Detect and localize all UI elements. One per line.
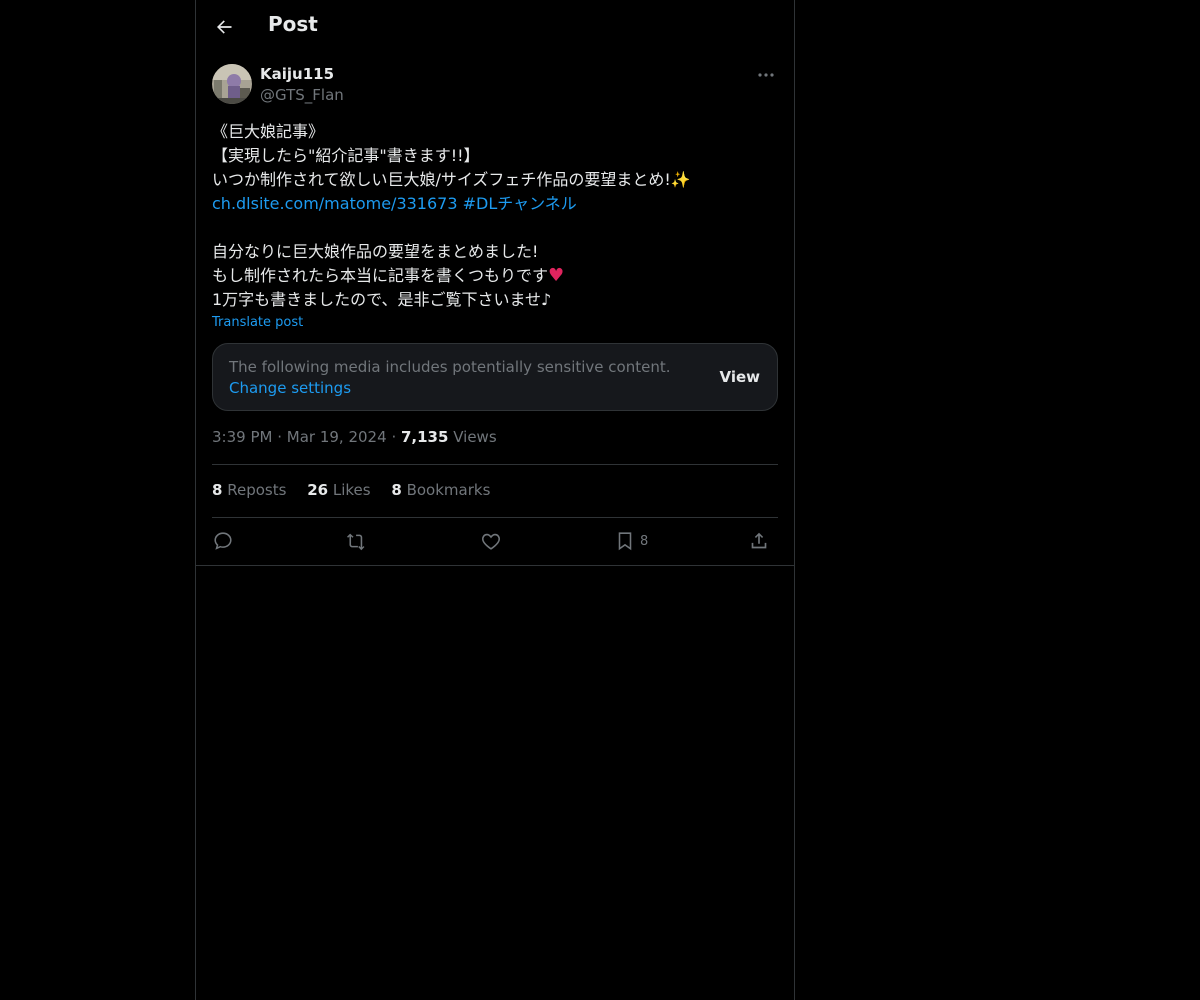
bookmarks-stat[interactable]: 8 Bookmarks xyxy=(391,481,490,499)
bookmark-icon xyxy=(618,532,632,551)
bookmarks-count: 8 xyxy=(391,481,402,499)
repost-button[interactable] xyxy=(346,528,368,554)
post-actions: 8 xyxy=(212,528,778,554)
reposts-label: Reposts xyxy=(227,481,287,499)
likes-stat[interactable]: 26 Likes xyxy=(307,481,370,499)
sensitive-warning-text: The following media includes potentially… xyxy=(229,357,699,399)
post-date[interactable]: Mar 19, 2024 xyxy=(287,428,387,446)
more-options-button[interactable] xyxy=(754,65,778,85)
author-handle[interactable]: @GTS_Flan xyxy=(260,86,344,104)
post-time[interactable]: 3:39 PM xyxy=(212,428,272,446)
like-button[interactable] xyxy=(480,528,502,554)
translate-post-link[interactable]: Translate post xyxy=(212,315,303,330)
meta-separator: · xyxy=(391,428,401,446)
sensitive-warning-message: The following media includes potentially… xyxy=(229,358,671,376)
post-text-line: 自分なりに巨大娘作品の要望をまとめました! xyxy=(212,242,539,261)
sensitive-media-warning: The following media includes potentially… xyxy=(212,343,778,411)
more-horizontal-icon xyxy=(758,73,774,77)
avatar[interactable] xyxy=(212,64,252,104)
post-links-line: ch.dlsite.com/matome/331673 #DLチャンネル xyxy=(212,192,778,216)
author-display-name[interactable]: Kaiju115 xyxy=(260,65,334,83)
bookmark-count: 8 xyxy=(640,533,649,549)
views-label: Views xyxy=(453,428,497,446)
post-author: Kaiju115 @GTS_Flan xyxy=(212,64,778,108)
post-meta: 3:39 PM · Mar 19, 2024 · 7,135 Views xyxy=(212,428,497,446)
post-text-line: いつか制作されて欲しい巨大娘/サイズフェチ作品の要望まとめ!✨ xyxy=(212,170,691,189)
reposts-stat[interactable]: 8 Reposts xyxy=(212,481,286,499)
reply-button[interactable] xyxy=(212,528,234,554)
page-title: Post xyxy=(268,12,318,36)
view-media-button[interactable]: View xyxy=(719,368,760,386)
share-button[interactable] xyxy=(748,528,770,554)
bookmark-button[interactable]: 8 xyxy=(614,528,648,554)
post-text-line: 1万字も書きましたので、是非ご覧下さいませ♪ xyxy=(212,290,552,309)
post-text: 《巨大娘記事》 【実現したら"紹介記事"書きます!!】 いつか制作されて欲しい巨… xyxy=(212,120,778,312)
share-icon xyxy=(751,532,767,549)
avatar-image xyxy=(212,64,252,104)
views-count: 7,135 xyxy=(400,428,449,446)
reposts-count: 8 xyxy=(212,481,223,499)
post-text-line: もし制作されたら本当に記事を書くつもりです xyxy=(212,266,549,285)
repost-icon xyxy=(347,533,365,551)
likes-label: Likes xyxy=(332,481,371,499)
heart-icon xyxy=(482,533,500,550)
divider xyxy=(212,517,778,518)
post-stats: 8 Reposts 26 Likes 8 Bookmarks xyxy=(212,481,506,499)
divider xyxy=(196,565,794,566)
reply-icon xyxy=(214,532,232,550)
divider xyxy=(212,464,778,465)
arrow-left-icon xyxy=(217,20,232,34)
change-settings-link[interactable]: Change settings xyxy=(229,379,351,397)
post-url-link[interactable]: ch.dlsite.com/matome/331673 xyxy=(212,194,458,213)
post-text-line: 【実現したら"紹介記事"書きます!!】 xyxy=(212,146,480,165)
post-text-line: 《巨大娘記事》 xyxy=(212,122,325,141)
post-text-line-with-heart: もし制作されたら本当に記事を書くつもりです♥ xyxy=(212,264,778,288)
hashtag-link[interactable]: #DLチャンネル xyxy=(463,194,577,213)
meta-separator: · xyxy=(277,428,287,446)
heart-emoji: ♥ xyxy=(548,265,565,286)
post-column: Post Kaiju115 @GTS_Flan 《巨大娘記事》 【実現したら"紹… xyxy=(195,0,795,1000)
back-button[interactable] xyxy=(210,13,238,41)
likes-count: 26 xyxy=(307,481,329,499)
post-header: Post xyxy=(196,0,794,54)
bookmarks-label: Bookmarks xyxy=(406,481,491,499)
